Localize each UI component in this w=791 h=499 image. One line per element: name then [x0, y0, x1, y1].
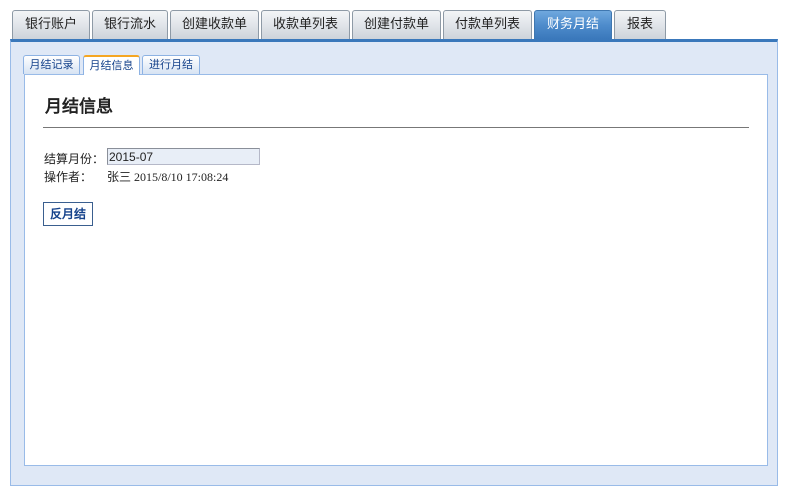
settlement-month-field[interactable]: [107, 148, 260, 165]
subtab-run-closing[interactable]: 进行月结: [142, 55, 200, 74]
tab-create-receipt[interactable]: 创建收款单: [170, 10, 259, 39]
subtab-closing-info[interactable]: 月结信息: [83, 55, 140, 75]
closing-info-panel: 月结信息 结算月份： 操作者： 张三 2015/8/10 17:08:24 反月…: [24, 74, 768, 466]
tab-receipt-list[interactable]: 收款单列表: [261, 10, 350, 39]
tab-create-payment[interactable]: 创建付款单: [352, 10, 441, 39]
tab-monthly-closing[interactable]: 财务月结: [534, 10, 612, 39]
month-label: 结算月份：: [44, 152, 105, 166]
page-title: 月结信息: [45, 97, 113, 117]
app-window: 银行账户 银行流水 创建收款单 收款单列表 创建付款单 付款单列表 财务月结 报…: [0, 0, 791, 499]
main-frame: 月结记录 月结信息 进行月结 月结信息 结算月份： 操作者： 张三 2015/8…: [10, 39, 778, 486]
top-tab-bar: 银行账户 银行流水 创建收款单 收款单列表 创建付款单 付款单列表 财务月结 报…: [0, 0, 791, 40]
tab-bank-accounts[interactable]: 银行账户: [12, 10, 90, 39]
subtab-closing-records[interactable]: 月结记录: [23, 55, 80, 74]
title-divider: [43, 127, 749, 128]
operator-value: 张三 2015/8/10 17:08:24: [107, 170, 229, 184]
tab-reports[interactable]: 报表: [614, 10, 666, 39]
reverse-closing-button[interactable]: 反月结: [43, 202, 93, 226]
operator-label: 操作者：: [44, 170, 93, 184]
tab-bank-statement[interactable]: 银行流水: [92, 10, 168, 39]
tab-payment-list[interactable]: 付款单列表: [443, 10, 532, 39]
